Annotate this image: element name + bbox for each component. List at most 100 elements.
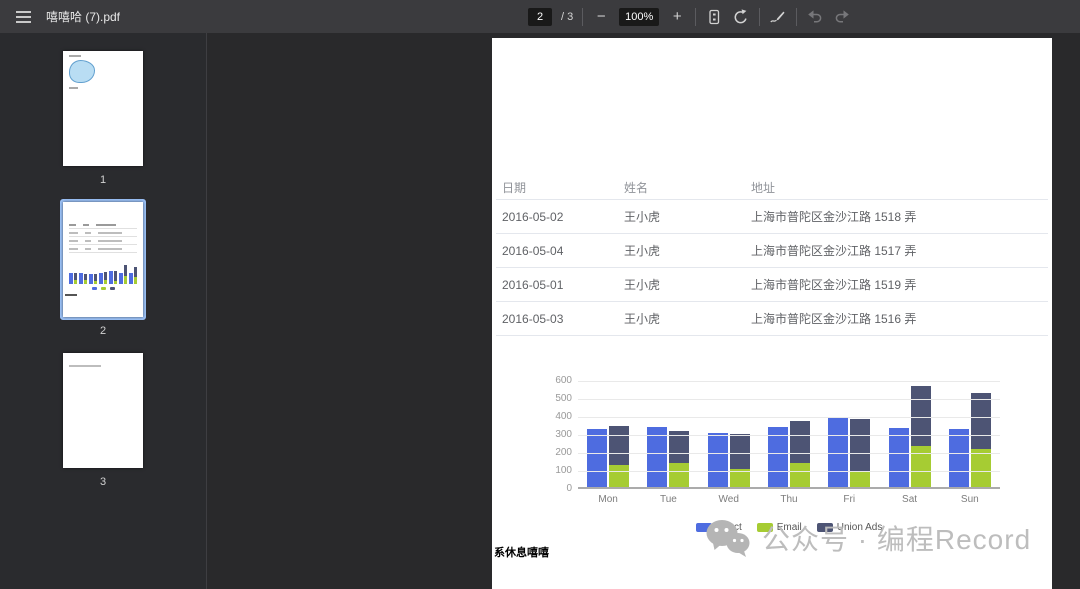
thumbnail-sidebar: 1 2 3 bbox=[0, 33, 207, 589]
bar-segment bbox=[790, 463, 810, 487]
table-cell: 上海市普陀区金沙江路 1517 弄 bbox=[751, 242, 1048, 259]
y-axis-tick-label: 300 bbox=[526, 429, 572, 440]
table-header-row: 日期姓名地址 bbox=[496, 176, 1048, 200]
y-axis-tick-label: 200 bbox=[526, 447, 572, 458]
y-axis-tick-label: 400 bbox=[526, 411, 572, 422]
thumbnail-page-number: 3 bbox=[100, 476, 106, 488]
table-row: 2016-05-01王小虎上海市普陀区金沙江路 1519 弄 bbox=[496, 268, 1048, 302]
wechat-icon bbox=[704, 518, 752, 558]
x-axis-tick-label: Thu bbox=[759, 494, 819, 505]
annotate-icon[interactable] bbox=[769, 5, 787, 29]
bar-segment bbox=[124, 265, 128, 276]
column-header: 日期 bbox=[496, 179, 624, 196]
document-title: 嘻嘻哈 (7).pdf bbox=[46, 8, 120, 25]
bar-segment bbox=[74, 273, 78, 280]
bar-segment bbox=[74, 280, 78, 284]
bar-segment bbox=[971, 449, 991, 487]
table-cell: 上海市普陀区金沙江路 1516 弄 bbox=[751, 310, 1048, 327]
x-axis-tick-label: Fri bbox=[819, 494, 879, 505]
toolbar-controls: / 3 − 100% + bbox=[528, 0, 851, 33]
y-axis-tick-label: 500 bbox=[526, 393, 572, 404]
gridline bbox=[578, 435, 1000, 436]
bar-group bbox=[128, 262, 138, 284]
map-blob bbox=[69, 60, 95, 83]
table-cell: 王小虎 bbox=[624, 242, 751, 259]
toolbar-divider bbox=[796, 8, 797, 26]
thumbnail-page-3[interactable]: 3 bbox=[0, 350, 206, 501]
bar-segment bbox=[129, 273, 133, 284]
bar-segment bbox=[911, 386, 931, 445]
table-cell: 上海市普陀区金沙江路 1518 弄 bbox=[751, 208, 1048, 225]
bar-segment bbox=[114, 271, 118, 281]
bar-group bbox=[98, 262, 108, 284]
mini-table-preview bbox=[69, 221, 137, 253]
bar-segment bbox=[609, 465, 629, 487]
pdf-toolbar: 嘻嘻哈 (7).pdf / 3 − 100% + bbox=[0, 0, 1080, 33]
y-axis-tick-label: 0 bbox=[526, 483, 572, 494]
x-axis-tick-label: Tue bbox=[638, 494, 698, 505]
table-cell: 上海市普陀区金沙江路 1519 弄 bbox=[751, 276, 1048, 293]
bar-segment bbox=[609, 426, 629, 466]
bar-group bbox=[108, 262, 118, 284]
bar-segment bbox=[94, 281, 98, 284]
bar-segment bbox=[790, 421, 810, 463]
watermark: 公众号 · 编程Record bbox=[704, 518, 1031, 558]
zoom-out-button[interactable]: − bbox=[592, 5, 610, 29]
table-row: 2016-05-03王小虎上海市普陀区金沙江路 1516 弄 bbox=[496, 302, 1048, 336]
gridline bbox=[578, 417, 1000, 418]
bar-segment bbox=[911, 446, 931, 487]
menu-icon[interactable] bbox=[8, 5, 38, 29]
column-header: 姓名 bbox=[624, 179, 751, 196]
undo-icon[interactable] bbox=[806, 5, 824, 29]
table-cell: 王小虎 bbox=[624, 310, 751, 327]
bar-segment bbox=[114, 281, 118, 284]
bar-segment bbox=[69, 273, 73, 284]
table-cell: 2016-05-02 bbox=[496, 210, 624, 224]
gridline bbox=[578, 453, 1000, 454]
bar-segment bbox=[134, 267, 138, 277]
thumbnail-page-number: 1 bbox=[100, 174, 106, 186]
bar-segment bbox=[104, 280, 108, 284]
column-header: 地址 bbox=[751, 179, 1048, 196]
table-cell: 王小虎 bbox=[624, 276, 751, 293]
bar-group bbox=[68, 262, 78, 284]
thumbnail-page-2-preview bbox=[63, 202, 143, 317]
bar-segment bbox=[84, 280, 88, 284]
rotate-icon[interactable] bbox=[732, 5, 750, 29]
zoom-level-display: 100% bbox=[619, 8, 659, 26]
gridline bbox=[578, 399, 1000, 400]
mini-legend-preview bbox=[63, 287, 143, 290]
x-axis-tick-label: Sat bbox=[879, 494, 939, 505]
y-axis-tick-label: 100 bbox=[526, 465, 572, 476]
pdf-page-2: 日期姓名地址 2016-05-02王小虎上海市普陀区金沙江路 1518 弄201… bbox=[492, 38, 1052, 589]
bar-segment bbox=[850, 419, 870, 471]
bar-segment bbox=[647, 427, 667, 487]
bar-segment bbox=[730, 434, 750, 468]
page-number-input[interactable] bbox=[528, 8, 552, 26]
toolbar-divider bbox=[695, 8, 696, 26]
table-cell: 王小虎 bbox=[624, 208, 751, 225]
table-row: 2016-05-04王小虎上海市普陀区金沙江路 1517 弄 bbox=[496, 234, 1048, 268]
gridline bbox=[578, 381, 1000, 382]
zoom-in-button[interactable]: + bbox=[668, 5, 686, 29]
table-cell: 2016-05-01 bbox=[496, 278, 624, 292]
bar-segment bbox=[971, 393, 991, 449]
bar-segment bbox=[828, 417, 848, 487]
bar-segment bbox=[109, 271, 113, 284]
bar-group bbox=[118, 262, 128, 284]
x-axis-tick-label: Sun bbox=[940, 494, 1000, 505]
toolbar-divider bbox=[759, 8, 760, 26]
thumbnail-page-1[interactable]: 1 bbox=[0, 48, 206, 199]
thumbnail-page-3-preview bbox=[63, 353, 143, 468]
bar-segment bbox=[79, 273, 83, 284]
mini-legend-swatch bbox=[110, 287, 115, 290]
y-axis-tick-label: 600 bbox=[526, 375, 572, 386]
redo-icon[interactable] bbox=[833, 5, 851, 29]
table-cell: 2016-05-03 bbox=[496, 312, 624, 326]
bar-segment bbox=[708, 433, 728, 487]
table-body: 2016-05-02王小虎上海市普陀区金沙江路 1518 弄2016-05-04… bbox=[496, 200, 1048, 336]
thumbnail-page-2[interactable]: 2 bbox=[0, 199, 206, 350]
bar-segment bbox=[889, 428, 909, 487]
bar-segment bbox=[89, 274, 93, 284]
fit-to-page-icon[interactable] bbox=[705, 5, 723, 29]
